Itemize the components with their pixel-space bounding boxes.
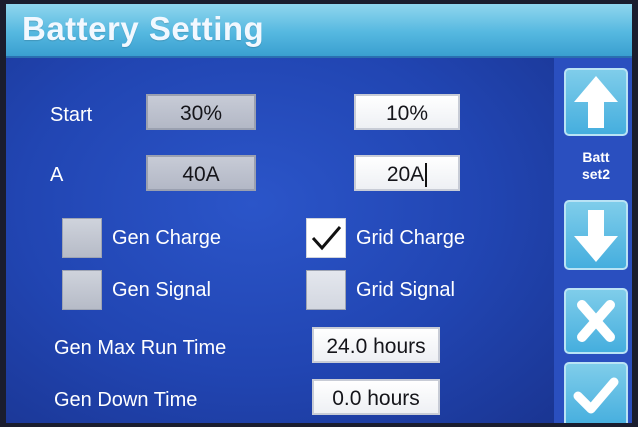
grid-charge-label: Grid Charge — [356, 227, 465, 249]
gen-down-time-field[interactable]: 0.0 hours — [312, 379, 440, 415]
page-down-button[interactable] — [564, 200, 628, 270]
gen-down-time-label: Gen Down Time — [54, 389, 198, 411]
grid-signal-checkbox[interactable] — [306, 270, 346, 310]
gen-max-run-time-label: Gen Max Run Time — [54, 337, 227, 359]
settings-panel: Start 30% 10% A 40A 20A Gen Charge Grid … — [6, 58, 554, 423]
confirm-check-icon — [573, 377, 619, 414]
down-arrow-icon — [574, 210, 618, 262]
grid-charge-checkbox[interactable] — [306, 218, 346, 258]
gen-charge-checkbox[interactable] — [62, 218, 102, 258]
start-value-field-1[interactable]: 30% — [146, 94, 256, 130]
start-value-field-2[interactable]: 10% — [354, 94, 460, 130]
cancel-button[interactable] — [564, 288, 628, 354]
battery-setting-screen: Battery Setting Start 30% 10% A 40A 20A … — [6, 4, 632, 423]
amps-value-field-1[interactable]: 40A — [146, 155, 256, 191]
amps-value-field-2[interactable]: 20A — [354, 155, 460, 191]
checkmark-icon — [311, 226, 342, 251]
gen-max-run-time-field[interactable]: 24.0 hours — [312, 327, 440, 363]
page-title: Battery Setting — [22, 10, 265, 47]
gen-charge-label: Gen Charge — [112, 227, 221, 249]
title-bar: Battery Setting — [6, 4, 632, 58]
start-label: Start — [50, 104, 93, 126]
text-cursor — [425, 163, 428, 188]
confirm-button[interactable] — [564, 362, 628, 423]
up-arrow-icon — [574, 76, 618, 128]
cancel-x-icon — [577, 300, 615, 342]
amps-value-2-text: 20A — [386, 163, 425, 186]
page-indicator-line2: set2 — [581, 166, 611, 182]
amps-label: A — [50, 164, 64, 186]
gen-signal-label: Gen Signal — [112, 279, 211, 301]
grid-signal-label: Grid Signal — [356, 279, 455, 301]
side-button-panel: Batt set2 — [554, 58, 632, 423]
gen-signal-checkbox[interactable] — [62, 270, 102, 310]
page-up-button[interactable] — [564, 68, 628, 136]
page-indicator-line1: Batt — [582, 149, 610, 165]
